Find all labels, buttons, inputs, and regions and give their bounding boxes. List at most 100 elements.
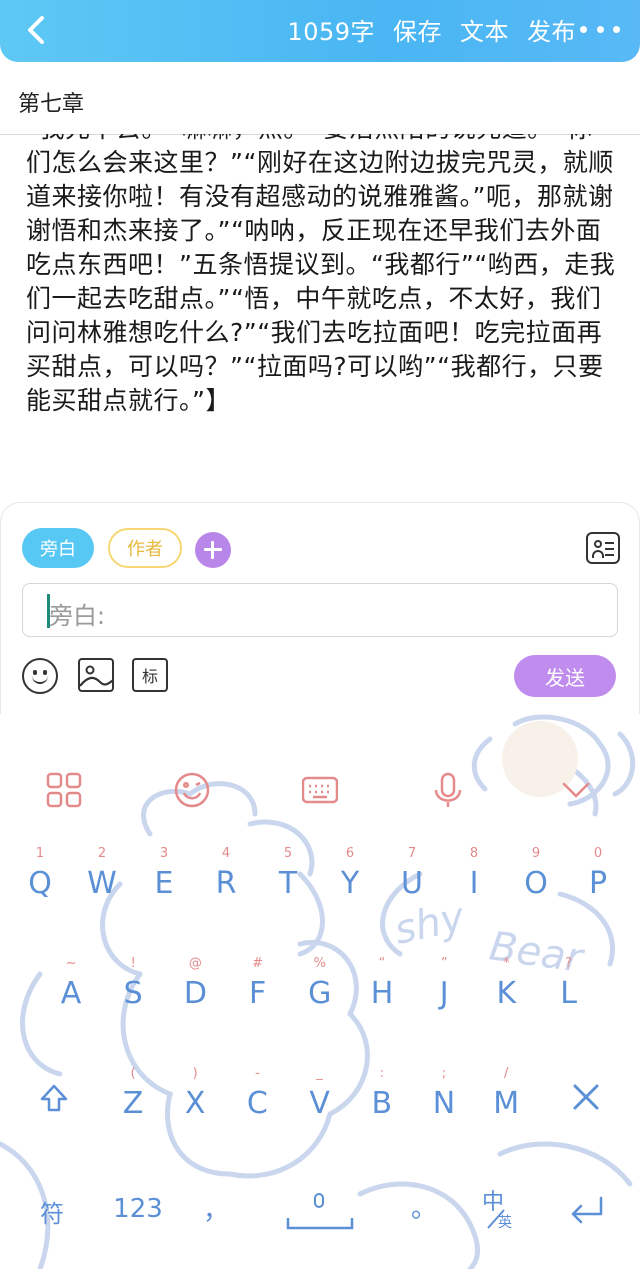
story-text: “我先下去。”“嘛嘛，杰。”“要活杰陪的说先道。”“你们怎么会来这里？”“刚好在… (26, 134, 616, 415)
key-hint-e: 3 (159, 846, 169, 861)
backspace-key[interactable] (568, 1080, 604, 1121)
key-z[interactable]: Z (103, 1086, 163, 1121)
key-f[interactable]: F (228, 976, 288, 1011)
key-m[interactable]: M (476, 1086, 536, 1121)
enter-key[interactable] (566, 1194, 606, 1231)
key-u[interactable]: U (382, 866, 442, 901)
kb-emoji-button[interactable] (174, 772, 210, 808)
image-button[interactable] (78, 658, 114, 692)
top-bar: 1059字 保存 文本 发布 (0, 0, 640, 62)
key-hint-b: : (379, 1066, 384, 1081)
key-t[interactable]: T (258, 866, 318, 901)
shift-key[interactable] (36, 1082, 72, 1121)
space-key[interactable] (284, 1188, 356, 1232)
key-hint-q: 1 (35, 846, 45, 861)
message-input[interactable]: 旁白: (22, 583, 618, 637)
key-hint-l: ? (565, 956, 573, 971)
key-hint-a: ~ (65, 956, 77, 971)
key-h[interactable]: H (352, 976, 412, 1011)
shift-icon (40, 1084, 68, 1112)
key-l[interactable]: L (539, 976, 599, 1011)
key-hint-u: 7 (407, 846, 417, 861)
slash-icon (487, 1209, 505, 1229)
microphone-icon (434, 772, 462, 807)
text-button[interactable]: 文本 (460, 12, 509, 47)
key-hint-w: 2 (97, 846, 107, 861)
key-hint-v: _ (316, 1066, 323, 1081)
key-hint-s: ! (130, 956, 136, 971)
author-tag-button[interactable]: 作者 (108, 528, 182, 568)
key-s[interactable]: S (103, 976, 163, 1011)
symbol-key[interactable]: 符 (22, 1194, 82, 1229)
story-content[interactable]: “我先下去。”“嘛嘛，杰。”“要活杰陪的说先道。”“你们怎么会来这里？”“刚好在… (26, 134, 618, 494)
key-hint-j: ” (440, 956, 448, 971)
image-icon (80, 665, 112, 687)
more-button[interactable] (580, 14, 620, 44)
key-o[interactable]: O (506, 866, 566, 901)
emoji-button[interactable] (22, 658, 58, 694)
more-dots-icon (580, 25, 587, 33)
key-hint-y: 6 (345, 846, 355, 861)
space-bar-icon (286, 1193, 354, 1230)
key-n[interactable]: N (414, 1086, 474, 1121)
key-hint-h: “ (378, 956, 386, 971)
key-hint-p: 0 (593, 846, 603, 861)
period-key[interactable]: 。 (404, 1188, 444, 1225)
publish-button[interactable]: 发布 (527, 12, 576, 47)
key-hint-g: % (313, 956, 326, 971)
send-button[interactable]: 发送 (514, 655, 616, 697)
smiley-icon (174, 772, 210, 808)
save-button[interactable]: 保存 (393, 12, 442, 47)
input-placeholder: 旁白: (49, 602, 106, 630)
language-switch-key[interactable]: 中 英 (474, 1184, 534, 1238)
key-hint-c: - (255, 1066, 260, 1081)
bg-shy-text: shy (391, 894, 470, 954)
mark-button[interactable]: 标 (132, 658, 168, 692)
key-g[interactable]: G (290, 976, 350, 1011)
key-p[interactable]: P (568, 866, 628, 901)
kb-keyboard-button[interactable] (301, 772, 339, 808)
key-v[interactable]: V (290, 1086, 350, 1121)
key-hint-x: ) (192, 1066, 198, 1081)
role-list-button[interactable] (586, 532, 620, 564)
key-j[interactable]: J (414, 976, 474, 1011)
key-hint-m: / (503, 1066, 509, 1081)
bg-bear-text: Bear (487, 923, 588, 982)
kb-collapse-button[interactable] (558, 772, 594, 808)
key-hint-i: 8 (469, 846, 479, 861)
grid-icon (46, 772, 82, 808)
key-d[interactable]: D (165, 976, 225, 1011)
key-hint-o: 9 (531, 846, 541, 861)
key-k[interactable]: K (476, 976, 536, 1011)
word-count: 1059字 (287, 17, 375, 46)
key-x[interactable]: X (165, 1086, 225, 1121)
key-q[interactable]: Q (10, 866, 70, 901)
delete-x-icon (573, 1084, 599, 1110)
kb-voice-button[interactable] (430, 772, 466, 808)
key-i[interactable]: I (444, 866, 504, 901)
key-e[interactable]: E (134, 866, 194, 901)
key-hint-k: * (503, 956, 510, 971)
key-hint-r: 4 (221, 846, 231, 861)
number-key[interactable]: 123 (106, 1194, 170, 1224)
key-w[interactable]: W (72, 866, 132, 901)
keyboard-icon (301, 776, 339, 804)
add-role-button[interactable] (195, 532, 231, 568)
key-r[interactable]: R (196, 866, 256, 901)
key-c[interactable]: C (227, 1086, 287, 1121)
back-button[interactable] (18, 8, 58, 52)
key-hint-t: 5 (283, 846, 293, 861)
chapter-title[interactable]: 第七章 (18, 86, 84, 118)
kb-apps-button[interactable] (46, 772, 82, 808)
chevron-down-icon (562, 782, 590, 798)
key-hint-f: # (252, 956, 264, 971)
key-b[interactable]: B (352, 1086, 412, 1121)
key-hint-d: @ (188, 956, 202, 971)
enter-icon (571, 1196, 603, 1224)
key-hint-z: ( (130, 1066, 136, 1081)
keyboard: shy Bear 1 Q 2 W 3 E 4 R 5 T 6 Y 7 U 8 I 9 O 0 P ~ A! S @ D # F% G… (0, 714, 640, 1269)
narration-tag-button[interactable]: 旁白 (22, 528, 94, 568)
key-y[interactable]: Y (320, 866, 380, 901)
key-a[interactable]: A (41, 976, 101, 1011)
comma-key[interactable]: ， (196, 1190, 236, 1227)
